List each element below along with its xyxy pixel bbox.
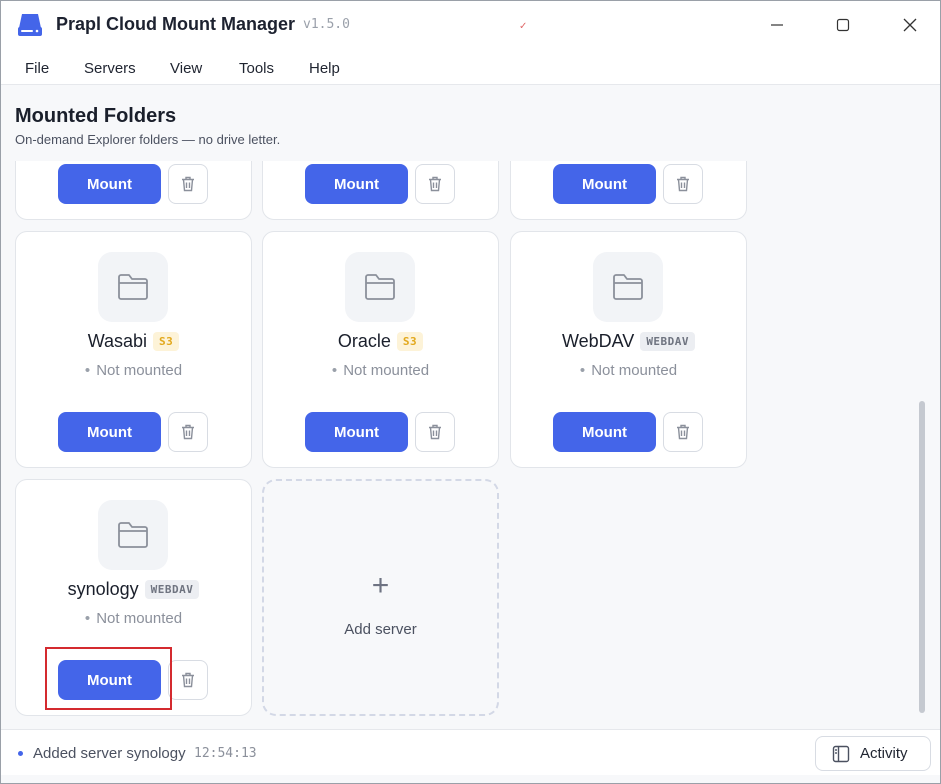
- trash-icon: [182, 176, 194, 192]
- mount-button[interactable]: Mount: [553, 412, 656, 452]
- delete-button[interactable]: [415, 164, 455, 204]
- delete-button[interactable]: [663, 412, 703, 452]
- protocol-badge: S3: [396, 331, 424, 351]
- page-subtitle: On-demand Explorer folders — no drive le…: [15, 132, 281, 147]
- maximize-button[interactable]: [823, 9, 863, 41]
- status-bar: Added server synology 12:54:13 Activity: [1, 729, 940, 775]
- mount-status: • Not mounted: [331, 362, 430, 379]
- delete-button[interactable]: [168, 412, 208, 452]
- title-bar: Prapl Cloud Mount Manager v1.5.0 ✓: [1, 1, 940, 49]
- trash-icon: [429, 424, 441, 440]
- protocol-badge: S3: [153, 331, 180, 351]
- mount-button[interactable]: Mount: [58, 412, 161, 452]
- plus-icon: +: [371, 569, 390, 602]
- delete-button[interactable]: [663, 164, 703, 204]
- cards-grid: Mount Mount Mount Wasabi S3 • Not mounte…: [1, 161, 940, 727]
- add-server-card[interactable]: + Add server: [262, 479, 499, 716]
- panel-icon: [832, 745, 850, 762]
- status-time: 12:54:13: [194, 746, 257, 761]
- app-version: v1.5.0: [303, 17, 350, 32]
- minimize-button[interactable]: [757, 9, 797, 41]
- page-title: Mounted Folders: [15, 105, 177, 127]
- folder-tile: [345, 252, 415, 322]
- add-server-label: Add server: [344, 621, 417, 638]
- drive-icon: [18, 14, 42, 36]
- server-name: WebDAV: [561, 330, 635, 351]
- server-card: Mount: [510, 161, 747, 220]
- delete-button[interactable]: [415, 412, 455, 452]
- minimize-icon: [771, 24, 783, 26]
- close-button[interactable]: [890, 9, 930, 41]
- server-name-row: synology WEBDAV: [16, 577, 251, 601]
- scrollbar-thumb[interactable]: [919, 401, 925, 713]
- trash-icon: [429, 176, 441, 192]
- menu-tools[interactable]: Tools: [239, 60, 274, 77]
- mount-button[interactable]: Mount: [58, 164, 161, 204]
- folder-icon: [118, 274, 148, 300]
- server-card: Mount: [15, 161, 252, 220]
- folder-tile: [98, 500, 168, 570]
- mount-status: • Not mounted: [84, 362, 183, 379]
- folder-icon: [118, 522, 148, 548]
- protocol-badge: WEBDAV: [144, 579, 200, 599]
- menu-help[interactable]: Help: [309, 60, 340, 77]
- mount-status: • Not mounted: [579, 362, 678, 379]
- menu-view[interactable]: View: [170, 60, 202, 77]
- trash-icon: [182, 672, 194, 688]
- server-name-row: Oracle S3: [263, 329, 498, 353]
- menu-servers[interactable]: Servers: [84, 60, 136, 77]
- app-title: Prapl Cloud Mount Manager: [56, 14, 296, 34]
- activity-label: Activity: [860, 745, 908, 762]
- server-name: synology: [67, 578, 139, 599]
- app-window: Prapl Cloud Mount Manager v1.5.0 ✓ File …: [0, 0, 941, 784]
- server-name: Wasabi: [87, 330, 148, 351]
- server-card-webdav: WebDAV WEBDAV • Not mounted Mount: [510, 231, 747, 468]
- server-name-row: Wasabi S3: [16, 329, 251, 353]
- trash-icon: [182, 424, 194, 440]
- menu-bar: File Servers View Tools Help: [1, 49, 940, 85]
- activity-button[interactable]: Activity: [815, 736, 931, 771]
- highlight-box: [45, 647, 172, 710]
- server-card-oracle: Oracle S3 • Not mounted Mount: [262, 231, 499, 468]
- status-message: Added server synology: [33, 745, 186, 762]
- server-card: Mount: [262, 161, 499, 220]
- delete-button[interactable]: [168, 164, 208, 204]
- folder-tile: [98, 252, 168, 322]
- server-name-row: WebDAV WEBDAV: [511, 329, 746, 353]
- server-name: Oracle: [337, 330, 391, 351]
- mount-status: • Not mounted: [84, 610, 183, 627]
- folder-icon: [613, 274, 643, 300]
- folder-tile: [593, 252, 663, 322]
- trash-icon: [677, 176, 689, 192]
- server-card-wasabi: Wasabi S3 • Not mounted Mount: [15, 231, 252, 468]
- delete-button[interactable]: [168, 660, 208, 700]
- status-dot: [18, 751, 23, 756]
- mount-button[interactable]: Mount: [553, 164, 656, 204]
- mount-button[interactable]: Mount: [305, 164, 408, 204]
- protocol-badge: WEBDAV: [640, 331, 696, 351]
- menu-file[interactable]: File: [25, 60, 49, 77]
- stray-mark: ✓: [519, 21, 528, 32]
- mount-button[interactable]: Mount: [305, 412, 408, 452]
- folder-icon: [365, 274, 395, 300]
- trash-icon: [677, 424, 689, 440]
- maximize-icon: [836, 18, 850, 32]
- close-icon: [903, 18, 917, 32]
